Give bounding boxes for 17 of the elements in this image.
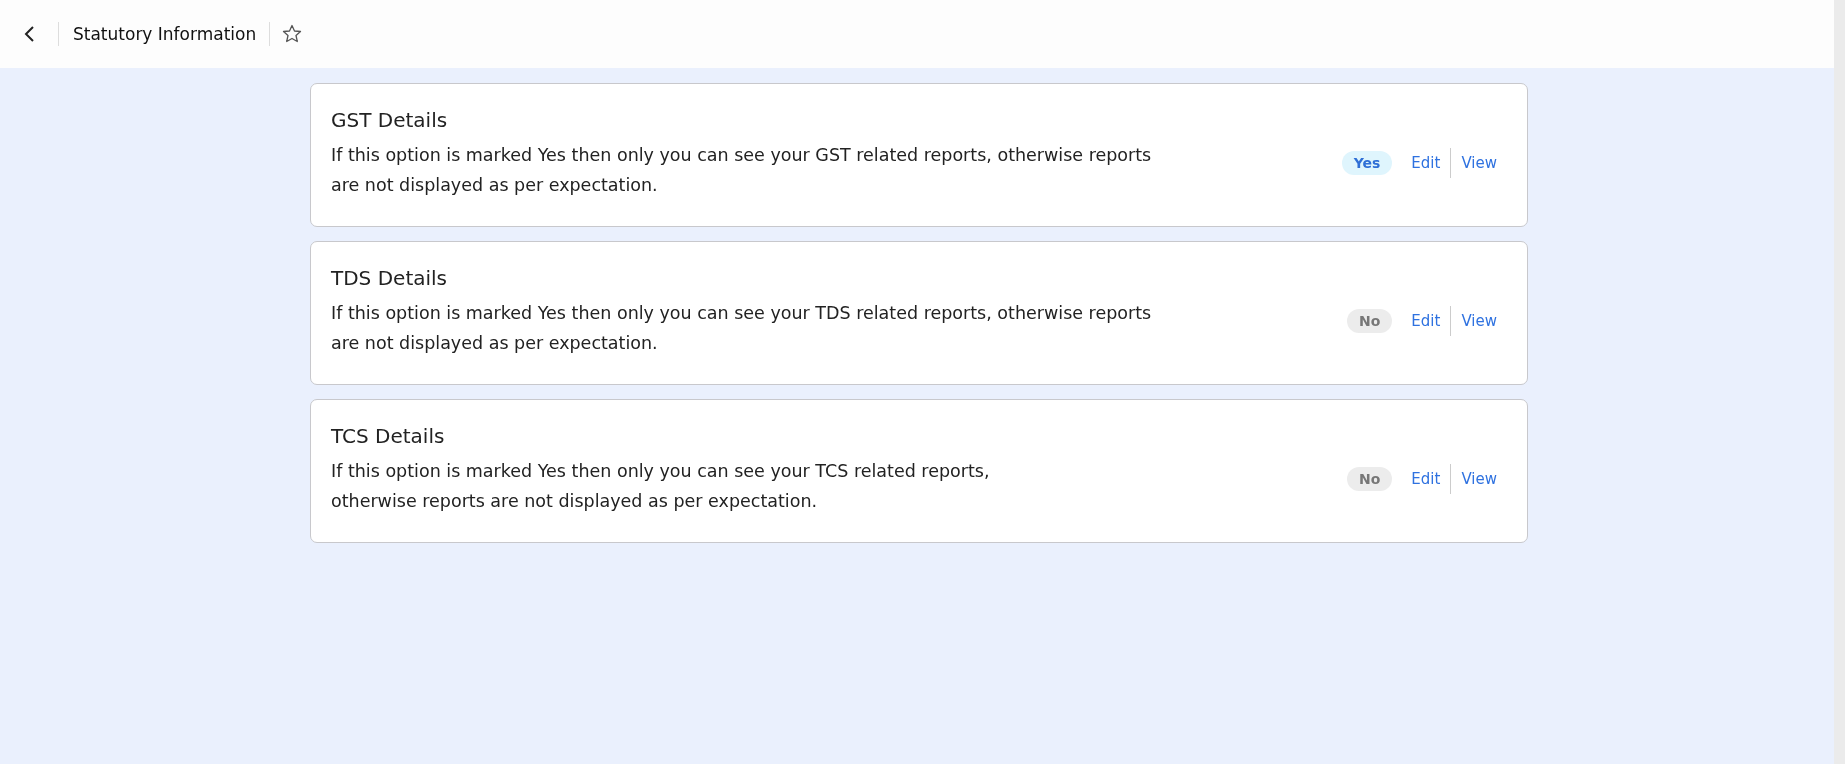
view-link[interactable]: View <box>1451 308 1507 334</box>
card-title: GST Details <box>331 108 449 132</box>
status-badge: No <box>1347 467 1393 491</box>
card-description: If this option is marked Yes then only you can see your TDS related reports, otherwise reports are not displayed as per expectation. <box>331 302 1153 355</box>
status-badge: No <box>1347 309 1393 333</box>
card-title: TDS Details <box>331 266 448 290</box>
card-description: If this option is marked Yes then only you can see your GST related reports, otherwise reports are not displayed as per expectation. <box>331 144 1153 197</box>
status-badge: Yes <box>1341 151 1393 175</box>
edit-link[interactable]: Edit <box>1401 308 1451 334</box>
edit-link[interactable]: Edit <box>1401 150 1451 176</box>
card-title: TCS Details <box>331 424 446 448</box>
star-icon[interactable] <box>282 24 303 44</box>
edit-link[interactable]: Edit <box>1401 466 1451 492</box>
page-title: Statutory Information <box>73 24 257 44</box>
view-link[interactable]: View <box>1451 466 1507 492</box>
view-link[interactable]: View <box>1451 150 1507 176</box>
card-description: If this option is marked Yes then only you can see your TCS related reports, otherwise reports are not displayed as per expectation. <box>331 460 991 513</box>
